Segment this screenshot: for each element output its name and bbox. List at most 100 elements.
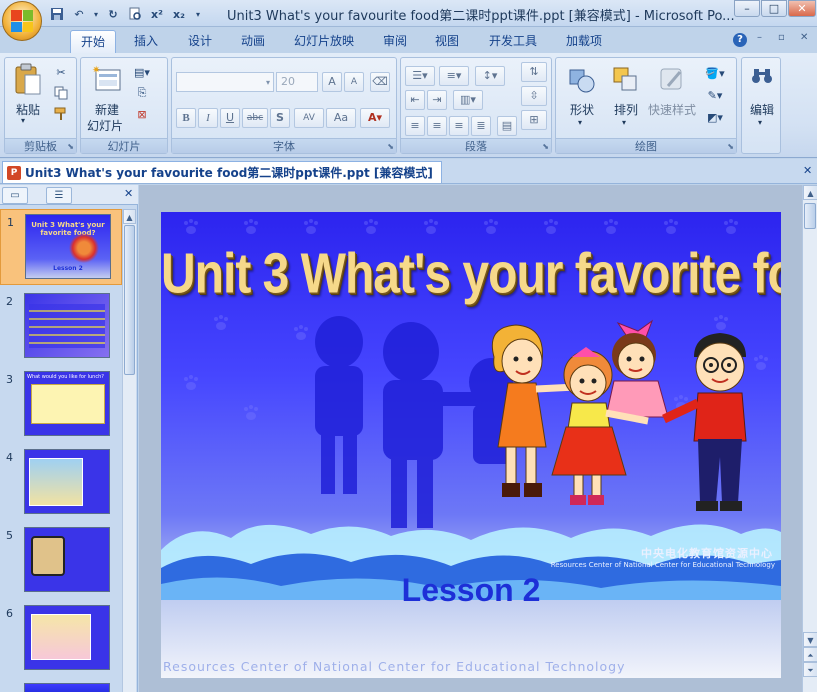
paragraph-launcher-icon[interactable]: ⬊ <box>542 142 549 151</box>
align-right-icon[interactable]: ≡ <box>449 116 469 136</box>
slide-canvas[interactable]: Unit 3 What's your favorite food? 中央电化教育… <box>161 212 781 678</box>
arrange-button[interactable]: 排列 <box>608 101 644 118</box>
scroll-up-icon[interactable]: ▲ <box>123 209 136 224</box>
tab-animations[interactable]: 动画 <box>233 30 273 53</box>
scroll-down-icon[interactable]: ▼ <box>803 632 817 647</box>
pane-scrollbar[interactable]: ▲ <box>122 209 136 692</box>
font-name-combo[interactable] <box>176 72 274 92</box>
slide-thumbnail-1[interactable]: 1 Unit 3 What's your favorite food? Less… <box>0 209 122 285</box>
char-spacing-button[interactable]: AV <box>294 108 324 128</box>
line-spacing-icon[interactable]: ↕▾ <box>475 66 505 86</box>
numbering-icon[interactable]: ≡▾ <box>439 66 469 86</box>
binoculars-icon[interactable] <box>750 64 774 88</box>
align-center-icon[interactable]: ≡ <box>427 116 447 136</box>
tab-slideshow[interactable]: 幻灯片放映 <box>288 30 360 53</box>
pane-scroll-thumb[interactable] <box>124 225 135 375</box>
quick-styles-button[interactable]: 快速样式 <box>646 101 698 118</box>
layout-icon[interactable]: ▤▾ <box>133 64 151 80</box>
grow-font-button[interactable]: A <box>322 72 342 92</box>
lesson-subtitle[interactable]: Lesson 2 <box>161 572 781 609</box>
editing-button[interactable]: 编辑 <box>742 101 782 118</box>
doc-restore-icon[interactable]: ▫ <box>778 32 785 43</box>
shape-effects-icon[interactable]: ◩▾ <box>702 108 728 126</box>
smartart-icon[interactable]: ⊞ <box>521 110 547 130</box>
tab-design[interactable]: 设计 <box>180 30 220 53</box>
customize-icon[interactable]: ▾ <box>192 5 204 23</box>
shapes-icon[interactable] <box>564 62 600 98</box>
scroll-thumb[interactable] <box>804 203 816 229</box>
doc-minimize-icon[interactable]: – <box>757 32 762 43</box>
previous-slide-icon[interactable]: ⏶ <box>803 647 817 662</box>
next-slide-icon[interactable]: ⏷ <box>803 662 817 677</box>
close-pane-icon[interactable]: ✕ <box>124 187 133 200</box>
slides-tab-icon[interactable]: ▭ <box>2 187 28 204</box>
bold-button[interactable]: B <box>176 108 196 128</box>
slide-thumbnail-5[interactable]: 5 <box>0 523 122 599</box>
delete-slide-icon[interactable]: ⊠ <box>133 106 151 122</box>
slide-thumbnail-6[interactable]: 6 <box>0 601 122 677</box>
paste-icon[interactable] <box>12 62 44 98</box>
doc-close-icon[interactable]: ✕ <box>800 32 808 43</box>
undo-dropdown-icon[interactable]: ▾ <box>92 5 100 23</box>
distribute-icon[interactable]: ▤ <box>497 116 517 136</box>
change-case-button[interactable]: Aa <box>326 108 356 128</box>
slide-thumbnail-4[interactable]: 4 <box>0 445 122 521</box>
format-painter-icon[interactable] <box>53 106 69 122</box>
shape-fill-icon[interactable]: 🪣▾ <box>702 64 728 82</box>
shadow-button[interactable]: S <box>270 108 290 128</box>
document-close-button[interactable]: ✕ <box>803 164 812 177</box>
office-button[interactable] <box>2 1 42 41</box>
editing-dropdown-icon[interactable]: ▾ <box>758 118 762 127</box>
copy-icon[interactable] <box>53 85 69 101</box>
superscript-icon[interactable]: x² <box>148 5 166 23</box>
undo-icon[interactable]: ↶ <box>70 5 88 23</box>
tab-home[interactable]: 开始 <box>70 30 116 53</box>
help-icon[interactable]: ? <box>733 33 747 47</box>
new-slide-line1[interactable]: 新建 <box>89 101 125 118</box>
justify-icon[interactable]: ≣ <box>471 116 491 136</box>
scroll-up-icon[interactable]: ▲ <box>803 185 817 200</box>
paste-button[interactable]: 粘贴 <box>11 101 45 118</box>
slide-title[interactable]: Unit 3 What's your favorite food? <box>161 242 781 307</box>
font-name-dropdown-icon[interactable]: ▾ <box>263 75 273 89</box>
paste-dropdown-icon[interactable]: ▾ <box>21 116 25 125</box>
slide-thumbnail-7[interactable] <box>0 679 122 692</box>
italic-button[interactable]: I <box>198 108 218 128</box>
outline-tab-icon[interactable]: ☰ <box>46 187 72 204</box>
shape-outline-icon[interactable]: ✎▾ <box>702 86 728 104</box>
shapes-button[interactable]: 形状 <box>564 101 600 118</box>
drawing-launcher-icon[interactable]: ⬊ <box>727 142 734 151</box>
shapes-dropdown-icon[interactable]: ▾ <box>578 118 582 127</box>
shrink-font-button[interactable]: A <box>344 72 364 92</box>
tab-addins[interactable]: 加载项 <box>560 30 608 53</box>
minimize-button[interactable]: – <box>734 0 760 17</box>
tab-review[interactable]: 审阅 <box>375 30 415 53</box>
clipboard-launcher-icon[interactable]: ⬊ <box>67 142 74 151</box>
tab-developer[interactable]: 开发工具 <box>483 30 543 53</box>
decrease-indent-icon[interactable]: ⇤ <box>405 90 425 110</box>
slide-thumbnail-3[interactable]: 3 What would you like for lunch? <box>0 367 122 443</box>
columns-icon[interactable]: ▥▾ <box>453 90 483 110</box>
underline-button[interactable]: U <box>220 108 240 128</box>
quick-styles-icon[interactable] <box>654 62 690 98</box>
slide-thumbnail-2[interactable]: 2 <box>0 289 122 365</box>
new-slide-icon[interactable]: ✷ <box>91 62 123 96</box>
increase-indent-icon[interactable]: ⇥ <box>427 90 447 110</box>
editor-scrollbar[interactable]: ▲ ▼ ⏶ ⏷ <box>802 185 817 692</box>
clear-format-icon[interactable]: ⌫ <box>370 72 390 92</box>
document-tab[interactable]: P Unit3 What's your favourite food第二课时pp… <box>2 161 442 183</box>
maximize-button[interactable]: □ <box>761 0 787 17</box>
subscript-icon[interactable]: x₂ <box>170 5 188 23</box>
close-window-button[interactable]: ✕ <box>788 0 816 17</box>
font-size-combo[interactable]: 20 <box>276 72 318 92</box>
font-launcher-icon[interactable]: ⬊ <box>387 142 394 151</box>
arrange-dropdown-icon[interactable]: ▾ <box>622 118 626 127</box>
text-direction-icon[interactable]: ⇅ <box>521 62 547 82</box>
print-preview-icon[interactable] <box>126 5 144 23</box>
new-slide-line2[interactable]: 幻灯片 <box>83 117 127 134</box>
tab-insert[interactable]: 插入 <box>126 30 166 53</box>
arrange-icon[interactable] <box>608 62 644 98</box>
cut-icon[interactable]: ✂ <box>53 64 69 80</box>
font-color-button[interactable]: A▾ <box>360 108 390 128</box>
tab-view[interactable]: 视图 <box>427 30 467 53</box>
